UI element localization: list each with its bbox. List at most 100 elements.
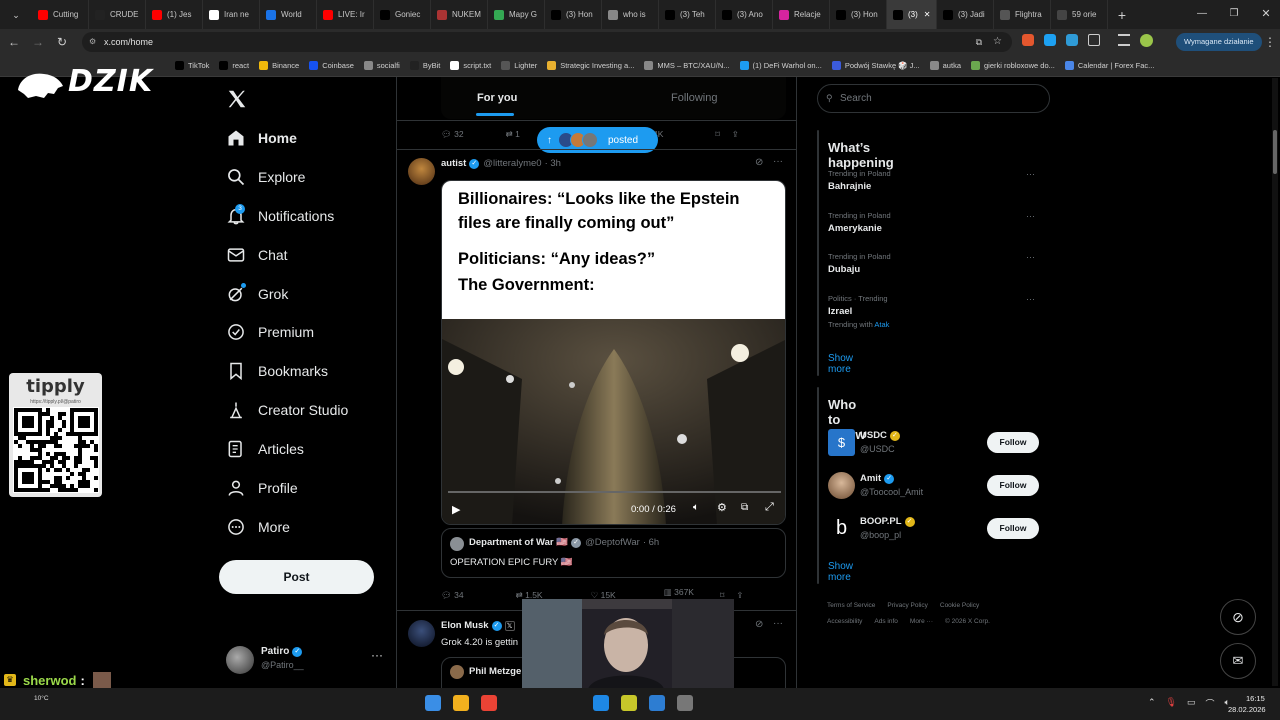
sidebar-item-more[interactable]: More (226, 514, 290, 540)
browser-tab[interactable]: (3) Jadi (937, 0, 994, 29)
browser-tab[interactable]: (3) Ano (716, 0, 773, 29)
bookmark-item[interactable]: Calendar | Forex Fac... (1064, 61, 1154, 70)
tweet-time[interactable]: · 3h (545, 158, 561, 169)
follow-suggestion[interactable]: b BOOP.PL ✓ @boop_pl Follow (828, 514, 1040, 546)
browser-tab[interactable]: Iran ne (203, 0, 260, 29)
bookmark-item[interactable]: (1) DeFi Warhol on... (739, 61, 822, 70)
browser-tab[interactable]: (3) Hon (545, 0, 602, 29)
footer-link[interactable]: Ads info (874, 618, 898, 625)
start-icon[interactable] (425, 695, 441, 711)
browser-tab[interactable]: Cutting (32, 0, 89, 29)
notepad-icon[interactable] (649, 695, 665, 711)
bookmark-item[interactable]: socialfi (363, 61, 400, 70)
settings-icon[interactable]: ⚙ (717, 501, 727, 514)
reading-list-icon[interactable] (1118, 34, 1130, 46)
avatar[interactable] (408, 158, 435, 185)
volume-icon[interactable]: 🔈︎ (693, 502, 699, 513)
browser-tab[interactable]: CRUDE (89, 0, 146, 29)
app-icon[interactable] (621, 695, 637, 711)
browser-tab[interactable]: NUKEM (431, 0, 488, 29)
bookmark-item[interactable]: Coinbase (309, 61, 354, 70)
search-input[interactable]: ⚲ Search (817, 84, 1050, 113)
action-required-button[interactable]: Wymagane działanie (1176, 33, 1262, 51)
avatar[interactable] (408, 620, 435, 647)
avatar[interactable] (1140, 34, 1153, 47)
trend-link[interactable]: Atak (874, 320, 889, 329)
sidebar-item-notifications[interactable]: 3 Notifications (226, 203, 334, 229)
trend-item[interactable]: Politics · Trending Izrael ··· Trending w… (828, 294, 1040, 334)
fullscreen-icon[interactable]: ⤢ (765, 501, 774, 514)
minimize-window-button[interactable]: — (1192, 4, 1212, 24)
trend-item[interactable]: Trending in Poland Amerykanie ··· (828, 211, 1040, 251)
browser-tab[interactable]: LIVE: Ir (317, 0, 374, 29)
play-icon[interactable]: ▶ (452, 503, 460, 516)
tab-following[interactable]: Following (671, 92, 717, 104)
sidebar-item-explore[interactable]: Explore (226, 164, 305, 190)
bookmark-item[interactable]: autka (929, 61, 961, 70)
discord-icon[interactable] (481, 695, 497, 711)
footer-link[interactable]: Cookie Policy (940, 602, 979, 609)
follow-button[interactable]: Follow (987, 518, 1039, 539)
more-options-icon[interactable]: ··· (1026, 294, 1035, 304)
browser-tab[interactable]: (3) Teh (659, 0, 716, 29)
bookmark-item[interactable]: Binance (259, 61, 299, 70)
address-bar[interactable]: ⚙ x.com/home ⧉ ☆ (82, 32, 1012, 52)
tab-search-button[interactable]: ⌄ (6, 5, 26, 25)
sidebar-item-grok[interactable]: Grok (226, 281, 288, 307)
bookmark-item[interactable]: gierki robloxowe do... (971, 61, 1055, 70)
scrollbar-thumb[interactable] (1273, 130, 1277, 174)
show-more-link[interactable]: Show more (828, 353, 853, 375)
follow-suggestion[interactable]: $ USDC ✓ @USDC Follow (828, 428, 1040, 460)
weather-widget[interactable]: 10°C (34, 695, 49, 702)
footer-link[interactable]: Accessibility (827, 618, 862, 625)
close-tab-icon[interactable]: ✕ (924, 10, 931, 19)
grok-icon[interactable]: ⊘ (755, 157, 763, 168)
sidebar-item-home[interactable]: Home (226, 125, 297, 151)
bookmark-icon[interactable]: ⌑ (715, 129, 719, 140)
footer-link[interactable]: Terms of Service (827, 602, 875, 609)
browser-tab[interactable]: 59 orie (1051, 0, 1108, 29)
bookmark-item[interactable]: ByBit (409, 61, 440, 70)
grok-icon[interactable]: ⊘ (755, 619, 763, 630)
more-options-icon[interactable]: ··· (1026, 211, 1035, 221)
more-options-icon[interactable]: ··· (371, 648, 383, 662)
new-tab-button[interactable]: + (1112, 5, 1132, 25)
footer-link[interactable]: More ··· (910, 618, 933, 625)
bookmark-item[interactable]: script.txt (450, 61, 491, 70)
sidebar-item-profile[interactable]: Profile (226, 475, 298, 501)
post-button[interactable]: Post (219, 560, 374, 594)
sidebar-item-articles[interactable]: Articles (226, 436, 304, 462)
grok-floating-button[interactable]: ⊘ (1220, 599, 1256, 635)
more-options-icon[interactable]: ··· (1026, 169, 1035, 179)
show-more-link[interactable]: Show more (828, 561, 853, 583)
forward-button[interactable]: → (28, 32, 48, 52)
close-window-button[interactable]: ✕ (1256, 4, 1276, 24)
bookmark-item[interactable]: Strategic Investing a... (547, 61, 634, 70)
tweet-author-handle[interactable]: @litteralyme0 (483, 158, 541, 169)
page-scrollbar[interactable] (1272, 78, 1278, 686)
clock-date[interactable]: 28.02.2026 (1228, 705, 1266, 714)
chrome-icon[interactable] (453, 695, 469, 711)
browser-tab[interactable]: (3) ✕ (887, 0, 937, 29)
browser-tab[interactable]: World (260, 0, 317, 29)
video-progress-bar[interactable] (448, 491, 781, 493)
picture-in-picture-icon[interactable]: ⧉ (741, 502, 748, 513)
sidebar-item-chat[interactable]: Chat (226, 242, 288, 268)
site-info-icon[interactable]: ⚙ (89, 32, 96, 52)
browser-tab[interactable]: Mapy G (488, 0, 545, 29)
footer-link[interactable]: Privacy Policy (887, 602, 927, 609)
browser-tab[interactable]: who is (602, 0, 659, 29)
x-logo-icon[interactable] (226, 88, 248, 110)
more-options-icon[interactable]: ··· (773, 618, 783, 629)
quoted-tweet[interactable]: Department of War 🇺🇸 ✓ @DeptofWar · 6h O… (441, 528, 786, 578)
views-button[interactable]: ▥ 367K (664, 587, 694, 598)
extension-icon[interactable] (1022, 34, 1034, 46)
reply-button[interactable]: 💬︎ 34 (441, 590, 464, 601)
reload-button[interactable]: ↻ (52, 32, 72, 52)
bookmark-item[interactable]: Podwój Stawkę 🎲 J... (831, 61, 920, 70)
sidebar-item-bookmarks[interactable]: Bookmarks (226, 358, 328, 384)
reply-button[interactable]: 💬︎ 32 (441, 129, 464, 140)
terminal-icon[interactable] (677, 695, 693, 711)
share-icon[interactable]: ⇪ (732, 129, 739, 140)
network-icon[interactable]: ⌒ (1206, 697, 1215, 710)
